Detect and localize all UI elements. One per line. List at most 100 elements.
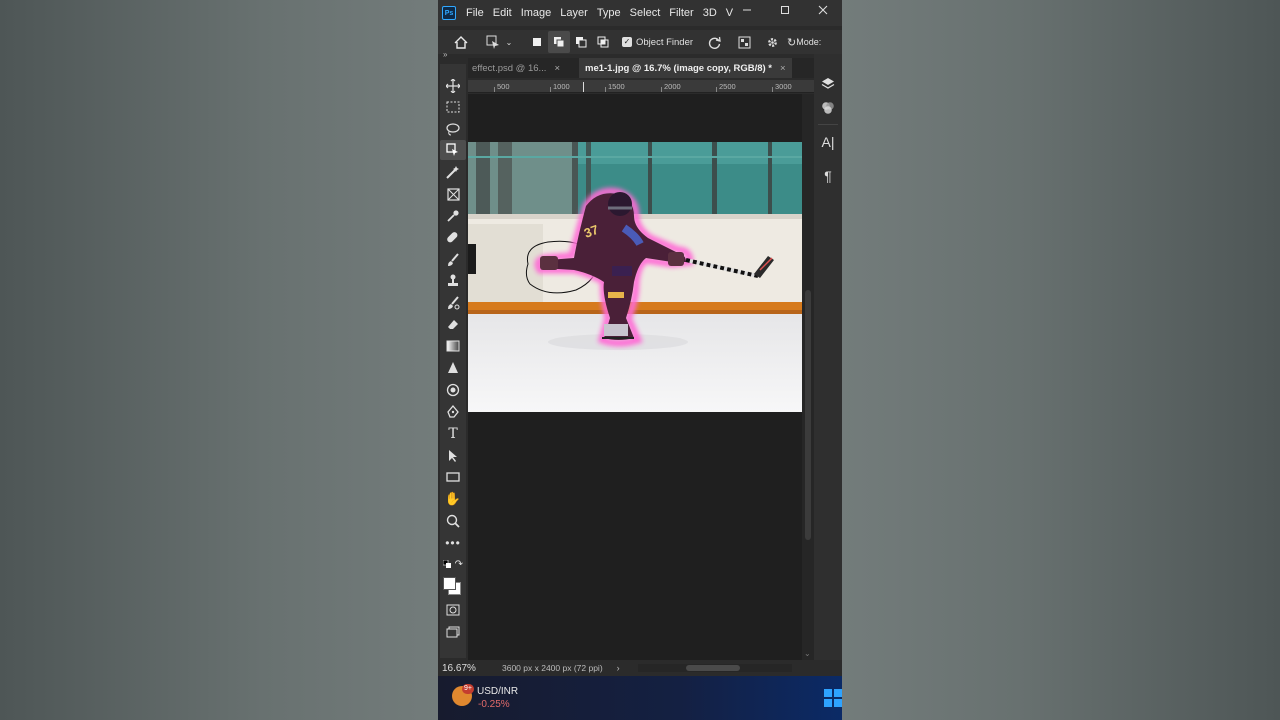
hockey-photo[interactable]: 3 37 (468, 142, 802, 412)
photoshop-logo[interactable]: Ps (442, 6, 456, 20)
pen-icon[interactable] (440, 402, 466, 422)
add-selection-icon[interactable] (548, 31, 570, 53)
photoshop-window: Ps File Edit Image Layer Type Select Fil… (438, 0, 842, 720)
horizontal-scrollbar[interactable] (638, 664, 792, 672)
canvas-area[interactable]: 3 37 (468, 94, 832, 660)
document-tabs: effect.psd @ 16... × me1-1.jpg @ 16.7% (… (468, 58, 818, 78)
taskbar: 9+ USD/INR -0.25% (438, 676, 842, 720)
menu-select[interactable]: Select (630, 7, 661, 19)
ticker-change: -0.25% (478, 699, 510, 710)
paragraph-icon[interactable]: ¶ (814, 162, 842, 190)
tool-preset-icon[interactable] (482, 31, 504, 53)
menu-bar: Ps File Edit Image Layer Type Select Fil… (438, 0, 842, 26)
chevron-down-icon[interactable]: ⌄ (504, 31, 514, 53)
scroll-down-icon[interactable]: ⌄ (804, 649, 811, 658)
brush-icon[interactable] (440, 250, 466, 270)
eraser-icon[interactable] (440, 314, 466, 334)
ruler-tick: 1000 (553, 82, 570, 91)
new-selection-icon[interactable] (526, 31, 548, 53)
show-all-objects-icon[interactable] (733, 31, 755, 53)
status-bar: 16.67% 3600 px x 2400 px (72 ppi) › (438, 660, 842, 676)
mode-label: Mode: (796, 37, 822, 47)
windows-start-icon[interactable] (824, 689, 842, 707)
menu-file[interactable]: File (466, 7, 484, 19)
options-bar: ⌄ ✓ Object Finder ↻ Mode: (438, 30, 842, 54)
tab-me1-1-jpg[interactable]: me1-1.jpg @ 16.7% (image copy, RGB/8) * … (579, 58, 792, 78)
gradient-icon[interactable] (440, 336, 466, 356)
foreground-color-swatch[interactable] (443, 577, 456, 590)
hand-icon[interactable]: ✋ (440, 489, 466, 509)
subtract-selection-icon[interactable] (570, 31, 592, 53)
mode-icon: ↻ (787, 36, 797, 49)
swap-colors-icon[interactable]: ↷ (455, 559, 463, 570)
collapse-panel-icon[interactable]: » (443, 50, 447, 59)
background-right (842, 0, 1280, 720)
window-controls (728, 0, 842, 20)
tab-label: me1-1.jpg @ 16.7% (image copy, RGB/8) * (585, 62, 773, 74)
color-swatches[interactable] (440, 572, 466, 598)
tab-effect-psd[interactable]: effect.psd @ 16... × (468, 58, 579, 78)
minimize-icon[interactable] (728, 0, 766, 20)
blur-icon[interactable] (440, 358, 466, 378)
marquee-icon[interactable] (440, 97, 466, 117)
dodge-icon[interactable] (440, 380, 466, 400)
ruler-tick: 3000 (775, 82, 792, 91)
object-selection-icon[interactable] (440, 140, 466, 160)
close-icon[interactable] (804, 0, 842, 20)
intersect-selection-icon[interactable] (592, 31, 614, 53)
close-tab-icon[interactable]: × (780, 63, 786, 74)
path-selection-icon[interactable] (440, 446, 466, 466)
lasso-icon[interactable] (440, 119, 466, 139)
object-finder-toggle[interactable]: ✓ Object Finder (622, 37, 693, 48)
horizontal-ruler: 500 1000 1500 2000 2500 3000 (468, 80, 818, 93)
ruler-tick: 1500 (608, 82, 625, 91)
maximize-icon[interactable] (766, 0, 804, 20)
default-colors-icon[interactable]: ↷ (440, 554, 466, 574)
tools-panel: » T ✋ ••• ↷ (440, 50, 466, 658)
horizontal-scroll-thumb[interactable] (686, 665, 740, 671)
status-arrow-icon[interactable]: › (617, 663, 620, 673)
move-icon[interactable] (440, 76, 466, 96)
quick-mask-icon[interactable] (440, 600, 466, 620)
refresh-icon[interactable] (703, 31, 725, 53)
clone-stamp-icon[interactable] (440, 271, 466, 291)
vertical-scroll-thumb[interactable] (805, 290, 811, 540)
ticker-name[interactable]: USD/INR (477, 686, 518, 697)
notification-badge: 9+ (462, 684, 474, 694)
history-brush-icon[interactable] (440, 293, 466, 313)
character-icon[interactable]: A| (814, 128, 842, 156)
zoom-icon[interactable] (440, 511, 466, 531)
frame-icon[interactable] (440, 184, 466, 204)
menu-edit[interactable]: Edit (493, 7, 512, 19)
tab-label: effect.psd @ 16... (472, 62, 547, 74)
background-left (0, 0, 438, 720)
magic-wand-icon[interactable] (440, 162, 466, 182)
photo-content: 3 37 (468, 142, 802, 412)
rectangle-icon[interactable] (440, 467, 466, 487)
gear-icon[interactable] (761, 31, 783, 53)
document-info[interactable]: 3600 px x 2400 px (72 ppi) (502, 663, 603, 673)
ruler-tick: 500 (497, 82, 510, 91)
type-icon[interactable]: T (440, 424, 466, 444)
object-finder-label: Object Finder (636, 36, 694, 48)
menu-3d[interactable]: 3D (703, 7, 717, 19)
right-panel-dock: A| ¶ (814, 54, 842, 660)
menu-filter[interactable]: Filter (669, 7, 693, 19)
healing-brush-icon[interactable] (440, 228, 466, 248)
channels-icon[interactable] (814, 94, 842, 122)
screen-mode-icon[interactable] (440, 622, 466, 642)
ruler-tick: 2500 (719, 82, 736, 91)
menu-image[interactable]: Image (521, 7, 552, 19)
object-finder-checkbox[interactable]: ✓ (622, 37, 632, 47)
mode-control[interactable]: ↻ Mode: (787, 36, 831, 49)
close-tab-icon[interactable]: × (554, 63, 560, 74)
menu-layer[interactable]: Layer (560, 7, 588, 19)
zoom-level[interactable]: 16.67% (442, 663, 502, 674)
eyedropper-icon[interactable] (440, 206, 466, 226)
vertical-scrollbar[interactable]: ⌄ (802, 94, 814, 660)
ruler-cursor-marker (583, 82, 584, 92)
menu-type[interactable]: Type (597, 7, 621, 19)
ruler-tick: 2000 (664, 82, 681, 91)
home-icon[interactable] (450, 31, 472, 53)
more-tools-icon[interactable]: ••• (440, 533, 466, 553)
